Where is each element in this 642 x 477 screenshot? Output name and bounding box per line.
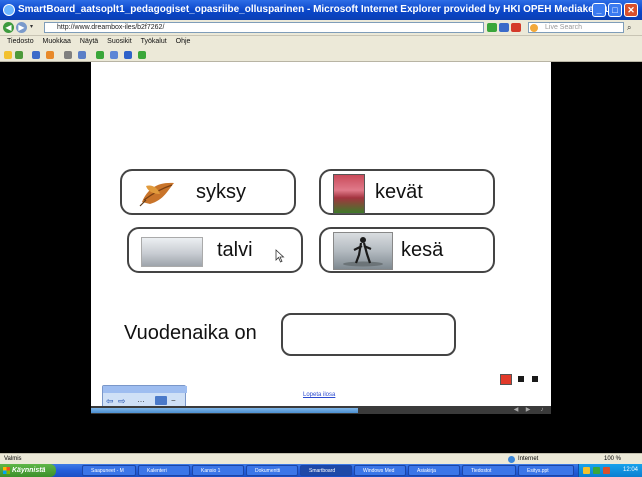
safety-icon[interactable] [96, 51, 104, 59]
season-card-kevat[interactable]: kevät [319, 169, 495, 215]
research-icon[interactable] [138, 51, 146, 59]
season-label-kevat: kevät [375, 181, 423, 203]
tulips-picture [333, 174, 365, 214]
add-favorites-icon[interactable] [15, 51, 23, 59]
pager-square-3[interactable] [532, 376, 538, 382]
address-bar: ◀ ▶ ▾ http://www.dreambox-iles/b2f7262/ … [0, 20, 642, 36]
pager-square-1[interactable] [500, 374, 512, 385]
season-card-talvi[interactable]: talvi [127, 227, 303, 273]
tools-icon[interactable] [110, 51, 118, 59]
taskbar-item-6[interactable]: Windows Med [354, 465, 406, 476]
internet-zone-globe-icon [508, 456, 515, 463]
security-zone: Internet [518, 456, 539, 462]
menu-tools[interactable]: Työkalut [141, 36, 167, 48]
menu-help[interactable]: Ohje [176, 36, 191, 48]
taskbar-clock: 12:04 [622, 467, 638, 473]
snowy-landscape-picture [141, 237, 203, 267]
answer-label: Vuodenaika on [124, 322, 257, 344]
menu-edit[interactable]: Muokkaa [43, 36, 71, 48]
previous-page-arrow-icon[interactable]: ⇦ [106, 397, 116, 406]
windows-taskbar: Käynnistä Saapuneet - M Kalenteri Kansio… [0, 464, 642, 477]
home-icon[interactable] [32, 51, 40, 59]
favorites-star-icon[interactable] [4, 51, 12, 59]
system-tray: 12:04 [578, 464, 642, 477]
go-icon[interactable] [487, 23, 497, 32]
menu-view[interactable]: Näytä [80, 36, 98, 48]
back-button[interactable]: ◀ [3, 22, 14, 33]
minimize-button[interactable]: _ [592, 3, 606, 17]
season-label-syksy: syksy [196, 181, 246, 203]
refresh-icon[interactable] [499, 23, 509, 32]
pager-square-2[interactable] [518, 376, 524, 382]
season-card-kesa[interactable]: kesä [319, 227, 495, 273]
play-icon[interactable]: ▶ [523, 406, 533, 414]
taskbar-item-3[interactable]: Kansio 1 [192, 465, 244, 476]
minus-icon[interactable]: − [171, 396, 181, 405]
tray-security-icon[interactable] [603, 467, 610, 474]
volume-icon[interactable]: ♪ [537, 406, 547, 414]
help-icon[interactable] [124, 51, 132, 59]
close-button[interactable]: ✕ [624, 3, 638, 17]
menu-bar: Tiedosto Muokkaa Näytä Suosikit Työkalut… [0, 36, 642, 48]
surfer-picture [333, 232, 393, 270]
live-search-icon [530, 24, 538, 32]
maximize-button[interactable]: □ [608, 3, 622, 17]
status-bar: Valmis Internet 100 % [0, 453, 642, 464]
next-page-arrow-icon[interactable]: ⇨ [118, 397, 128, 406]
exit-link[interactable]: Lopeta ilosa [303, 392, 335, 398]
forward-button[interactable]: ▶ [16, 22, 27, 33]
menu-favorites[interactable]: Suosikit [107, 36, 132, 48]
slide-progress-bar[interactable]: ◀ ▶ ♪ [91, 406, 551, 414]
tray-network-icon[interactable] [593, 467, 600, 474]
windows-flag-icon [3, 467, 10, 474]
url-input[interactable]: http://www.dreambox-iles/b2f7262/ [44, 22, 484, 33]
screen-icon[interactable] [155, 396, 167, 405]
more-options-icon[interactable]: … [137, 395, 149, 405]
taskbar-item-9[interactable]: Esitys.ppt [518, 465, 574, 476]
taskbar-item-5[interactable]: Smartboard [300, 465, 352, 476]
answer-drop-box[interactable] [281, 313, 456, 356]
floating-toolbar-titlebar[interactable] [103, 386, 187, 393]
recent-pages-chevron-icon[interactable]: ▾ [30, 24, 40, 31]
menu-file[interactable]: Tiedosto [7, 36, 34, 48]
stop-icon[interactable] [511, 23, 521, 32]
taskbar-item-7[interactable]: Asiakirja [408, 465, 460, 476]
rewind-icon[interactable]: ◀ [511, 406, 521, 414]
window-title: SmartBoard_aatsoplt1_pedagogiset_opasrii… [18, 4, 617, 15]
season-card-syksy[interactable]: syksy [120, 169, 296, 215]
zoom-level[interactable]: 100 % [604, 454, 621, 464]
tray-app-icon[interactable] [583, 467, 590, 474]
search-magnifier-icon[interactable]: ⌕ [627, 24, 636, 32]
window-titlebar: SmartBoard_aatsoplt1_pedagogiset_opasrii… [0, 0, 642, 20]
start-label: Käynnistä [12, 467, 46, 474]
taskbar-item-1[interactable]: Saapuneet - M [82, 465, 136, 476]
print-icon[interactable] [64, 51, 72, 59]
command-toolbar [0, 48, 642, 62]
taskbar-item-4[interactable]: Dokumentti [246, 465, 298, 476]
season-label-talvi: talvi [217, 239, 253, 261]
search-input[interactable]: Live Search [528, 22, 624, 33]
slide-progress-fill [91, 408, 358, 413]
taskbar-item-2[interactable]: Kalenteri [138, 465, 190, 476]
status-text: Valmis [4, 456, 22, 462]
taskbar-item-8[interactable]: Tiedostot [462, 465, 516, 476]
page-icon[interactable] [78, 51, 86, 59]
internet-explorer-icon [3, 4, 15, 16]
autumn-leaf-icon [139, 182, 174, 207]
season-label-kesa: kesä [401, 239, 444, 261]
mouse-cursor-icon [275, 249, 285, 263]
start-button[interactable]: Käynnistä [0, 464, 56, 477]
feeds-icon[interactable] [46, 51, 54, 59]
